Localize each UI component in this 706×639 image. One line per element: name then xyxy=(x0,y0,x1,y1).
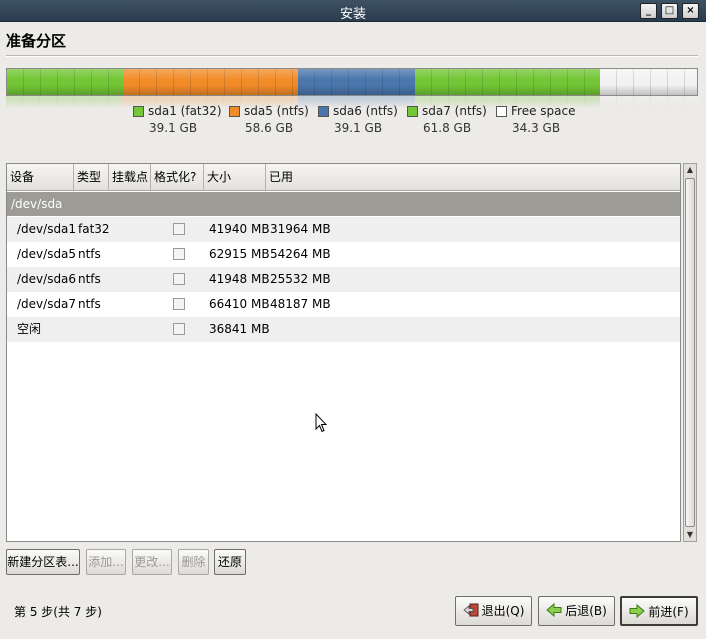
legend-item-free-space: Free space 34.3 GB xyxy=(496,104,575,135)
delete-partition-button[interactable]: 删除 xyxy=(178,549,209,575)
type-cell: ntfs xyxy=(78,297,101,311)
table-row[interactable]: /dev/sda6 ntfs 41948 MB 25532 MB xyxy=(7,267,680,292)
partition-table[interactable]: 设备 类型 挂载点 格式化? 大小 已用 /dev/sda /dev/sda1 … xyxy=(6,163,681,542)
forward-arrow-icon xyxy=(629,604,646,618)
legend-label: sda6 (ntfs) xyxy=(333,104,398,118)
back-arrow-icon xyxy=(546,603,562,617)
legend-size: 39.1 GB xyxy=(334,121,383,135)
partition-segment-sda5 xyxy=(122,69,299,95)
legend-label: sda1 (fat32) xyxy=(148,104,222,118)
back-button[interactable]: 后退(B) xyxy=(538,596,615,626)
table-header: 设备 类型 挂载点 格式化? 大小 已用 xyxy=(7,164,680,191)
legend-item-sda7: sda7 (ntfs) 61.8 GB xyxy=(407,104,487,135)
legend-item-sda5: sda5 (ntfs) 58.6 GB xyxy=(229,104,309,135)
edit-partition-button[interactable]: 更改... xyxy=(132,549,172,575)
legend-swatch xyxy=(407,105,418,117)
legend-label: Free space xyxy=(511,104,576,118)
legend-swatch xyxy=(229,105,240,117)
format-checkbox[interactable] xyxy=(173,298,185,310)
window-titlebar[interactable]: 安装 _ □ × xyxy=(0,0,706,22)
back-label: 后退(B) xyxy=(565,604,607,618)
device-cell: 空闲 xyxy=(17,322,42,336)
quit-button[interactable]: 退出(Q) xyxy=(455,596,532,626)
column-header-device[interactable]: 设备 xyxy=(7,164,74,190)
size-cell: 41940 MB xyxy=(209,222,270,236)
partition-segment-sda7 xyxy=(414,69,600,95)
legend-size: 61.8 GB xyxy=(423,121,472,135)
device-cell: /dev/sda1 xyxy=(17,222,77,236)
size-cell: 62915 MB xyxy=(209,247,270,261)
size-cell: 41948 MB xyxy=(209,272,270,286)
used-cell: 54264 MB xyxy=(270,247,331,261)
step-indicator: 第 5 步(共 7 步) xyxy=(14,605,102,619)
device-cell: /dev/sda7 xyxy=(17,297,77,311)
used-cell: 31964 MB xyxy=(270,222,331,236)
legend-size: 34.3 GB xyxy=(512,121,561,135)
legend-swatch xyxy=(496,105,507,117)
device-cell: /dev/sda6 xyxy=(17,272,77,286)
column-header-used[interactable]: 已用 xyxy=(266,164,682,190)
format-checkbox[interactable] xyxy=(173,223,185,235)
mouse-cursor-icon xyxy=(315,413,327,433)
partition-bar xyxy=(6,68,698,96)
exit-door-icon xyxy=(462,603,479,617)
legend-label: sda5 (ntfs) xyxy=(244,104,309,118)
table-row[interactable]: 空闲 36841 MB xyxy=(7,317,680,342)
partition-segment-free xyxy=(599,69,697,95)
table-row[interactable]: /dev/sda1 fat32 41940 MB 31964 MB xyxy=(7,217,680,242)
revert-button[interactable]: 还原 xyxy=(214,549,246,575)
legend-size: 39.1 GB xyxy=(149,121,198,135)
used-cell: 25532 MB xyxy=(270,272,331,286)
add-partition-button[interactable]: 添加... xyxy=(86,549,126,575)
minimize-button[interactable]: _ xyxy=(640,3,657,19)
used-cell: 48187 MB xyxy=(270,297,331,311)
close-button[interactable]: × xyxy=(682,3,699,19)
scroll-down-icon[interactable]: ▼ xyxy=(684,529,696,541)
scroll-up-icon[interactable]: ▲ xyxy=(684,164,696,176)
column-header-mount[interactable]: 挂载点 xyxy=(109,164,151,190)
window-title: 安装 xyxy=(339,7,366,22)
disk-row-sda[interactable]: /dev/sda xyxy=(7,192,680,216)
table-scrollbar[interactable]: ▲ ▼ xyxy=(683,163,697,542)
partition-segment-sda6 xyxy=(298,69,415,95)
format-checkbox[interactable] xyxy=(173,248,185,260)
heading-divider xyxy=(6,55,698,57)
forward-label: 前进(F) xyxy=(648,605,689,619)
scrollbar-thumb[interactable] xyxy=(685,178,695,527)
partition-segment-free xyxy=(600,96,698,108)
legend-size: 58.6 GB xyxy=(245,121,294,135)
type-cell: fat32 xyxy=(78,222,110,236)
type-cell: ntfs xyxy=(78,247,101,261)
maximize-button[interactable]: □ xyxy=(661,3,678,19)
size-cell: 66410 MB xyxy=(209,297,270,311)
size-cell: 36841 MB xyxy=(209,322,270,336)
column-header-format[interactable]: 格式化? xyxy=(151,164,204,190)
quit-label: 退出(Q) xyxy=(481,604,525,618)
partition-segment-sda1 xyxy=(7,69,123,95)
format-checkbox[interactable] xyxy=(173,323,185,335)
forward-button[interactable]: 前进(F) xyxy=(620,596,698,626)
partition-segment-sda1 xyxy=(6,96,123,108)
legend-swatch xyxy=(318,105,329,117)
legend-label: sda7 (ntfs) xyxy=(422,104,487,118)
table-row[interactable]: /dev/sda5 ntfs 62915 MB 54264 MB xyxy=(7,242,680,267)
legend-item-sda1: sda1 (fat32) 39.1 GB xyxy=(133,104,222,135)
table-row[interactable]: /dev/sda7 ntfs 66410 MB 48187 MB xyxy=(7,292,680,317)
column-header-size[interactable]: 大小 xyxy=(204,164,266,190)
legend-item-sda6: sda6 (ntfs) 39.1 GB xyxy=(318,104,398,135)
new-partition-table-button[interactable]: 新建分区表... xyxy=(6,549,80,575)
page-title: 准备分区 xyxy=(6,32,67,50)
format-checkbox[interactable] xyxy=(173,273,185,285)
device-cell: /dev/sda5 xyxy=(17,247,77,261)
type-cell: ntfs xyxy=(78,272,101,286)
legend-swatch xyxy=(133,105,144,117)
column-header-type[interactable]: 类型 xyxy=(74,164,109,190)
